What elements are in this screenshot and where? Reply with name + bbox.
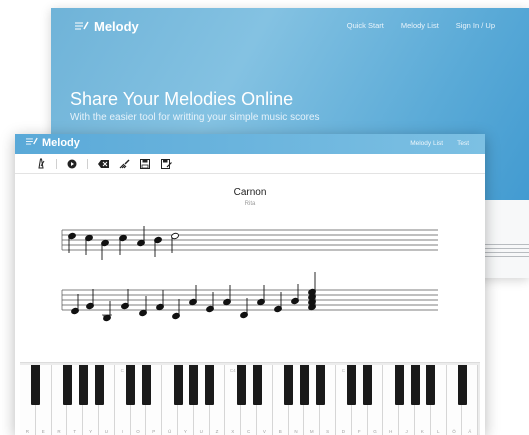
key-shortcut-label: M [309,429,314,434]
editor-toolbar [15,154,485,174]
nav-sign-in[interactable]: Sign In / Up [456,21,495,30]
key-shortcut-label: J [405,429,408,434]
key-shortcut-label: Ä [468,429,472,434]
clear-icon[interactable] [118,158,130,170]
staff-2-notes [71,272,316,322]
key-shortcut-label: O [136,429,140,434]
key-shortcut-label: P [152,429,156,434]
key-shortcut-label: T [73,429,77,434]
piano-black-key[interactable] [78,365,88,405]
key-shortcut-label: R [25,429,30,434]
key-shortcut-label: Ö [452,429,456,434]
key-shortcut-label: Z [215,429,219,434]
landing-nav: Quick Start Melody List Sign In / Up [347,21,495,30]
piano-black-key[interactable] [31,365,41,405]
staff-1-notes [68,226,179,260]
melody-logo-icon [75,19,89,34]
piano-black-key[interactable] [394,365,404,405]
metronome-icon[interactable] [35,158,47,170]
piano-black-key[interactable] [426,365,436,405]
save-icon[interactable] [139,158,151,170]
toolbar-divider [87,158,88,169]
piano-black-key[interactable] [94,365,104,405]
editor-brand-label: Melody [42,137,80,149]
key-shortcut-label: U [104,429,109,434]
play-icon[interactable] [66,158,78,170]
hero-title: Share Your Melodies Online [70,89,294,109]
nav-quick-start[interactable]: Quick Start [347,21,384,30]
key-shortcut-label: I [121,429,123,434]
nav-melody-list[interactable]: Melody List [401,21,439,30]
key-shortcut-label: Y [183,429,187,434]
key-shortcut-label: N [294,429,298,434]
piano-black-key[interactable] [62,365,72,405]
piano-black-key[interactable] [457,365,467,405]
melody-logo-icon [26,137,38,149]
hero-subtitle: With the easier tool for writting your s… [70,112,320,123]
key-shortcut-label: S [326,429,330,434]
piano-black-key[interactable] [205,365,215,405]
nav-melody-list[interactable]: Melody List [410,140,443,147]
key-shortcut-label: F [357,429,361,434]
delete-icon[interactable] [97,158,109,170]
key-shortcut-label: B [278,429,282,434]
staff-line-group-1 [61,229,438,251]
key-shortcut-label: R [57,429,61,434]
staff-line-group-2 [61,289,438,311]
piano-black-key[interactable] [252,365,262,405]
key-shortcut-label: C [246,429,251,434]
piano-black-key[interactable] [126,365,136,405]
score-author: Rita [244,201,256,207]
key-shortcut-label: X [231,429,235,434]
key-shortcut-label: U [199,429,203,434]
key-shortcut-label: E [41,429,45,434]
key-shortcut-label: G [373,429,377,434]
key-shortcut-label: K [420,429,424,434]
piano-black-key[interactable] [173,365,183,405]
piano-black-key[interactable] [299,365,309,405]
save-as-icon[interactable] [160,158,172,170]
landing-brand[interactable]: Melody [75,19,139,34]
landing-brand-label: Melody [94,19,139,34]
key-shortcut-label: Y [89,429,93,434]
music-staff[interactable] [15,214,485,359]
key-shortcut-label: Ü [167,429,172,434]
key-shortcut-label: L [436,429,440,434]
piano-black-key[interactable] [410,365,420,405]
key-shortcut-label: D [341,429,346,434]
editor-nav: Melody List Test [410,140,469,147]
piano-black-key[interactable] [236,365,246,405]
editor-topbar: Melody Melody List Test [15,134,485,154]
piano-keyboard: R E R T Y U C I O P Ü Y U Z C4 X C V B N M S C D F G H J K L Ö Ä [20,362,480,435]
piano-black-key[interactable] [141,365,151,405]
editor-window: Melody Melody List Test Carnon Rita R E … [15,134,485,435]
piano-black-key[interactable] [347,365,357,405]
piano-black-key[interactable] [284,365,294,405]
piano-black-key[interactable] [315,365,325,405]
key-shortcut-label: V [262,429,266,434]
score-title: Carnon [233,187,267,198]
key-shortcut-label: H [389,429,393,434]
editor-brand[interactable]: Melody [26,137,80,149]
piano-black-key[interactable] [189,365,199,405]
piano-black-key[interactable] [363,365,373,405]
nav-test[interactable]: Test [457,140,469,147]
toolbar-divider [56,158,57,169]
